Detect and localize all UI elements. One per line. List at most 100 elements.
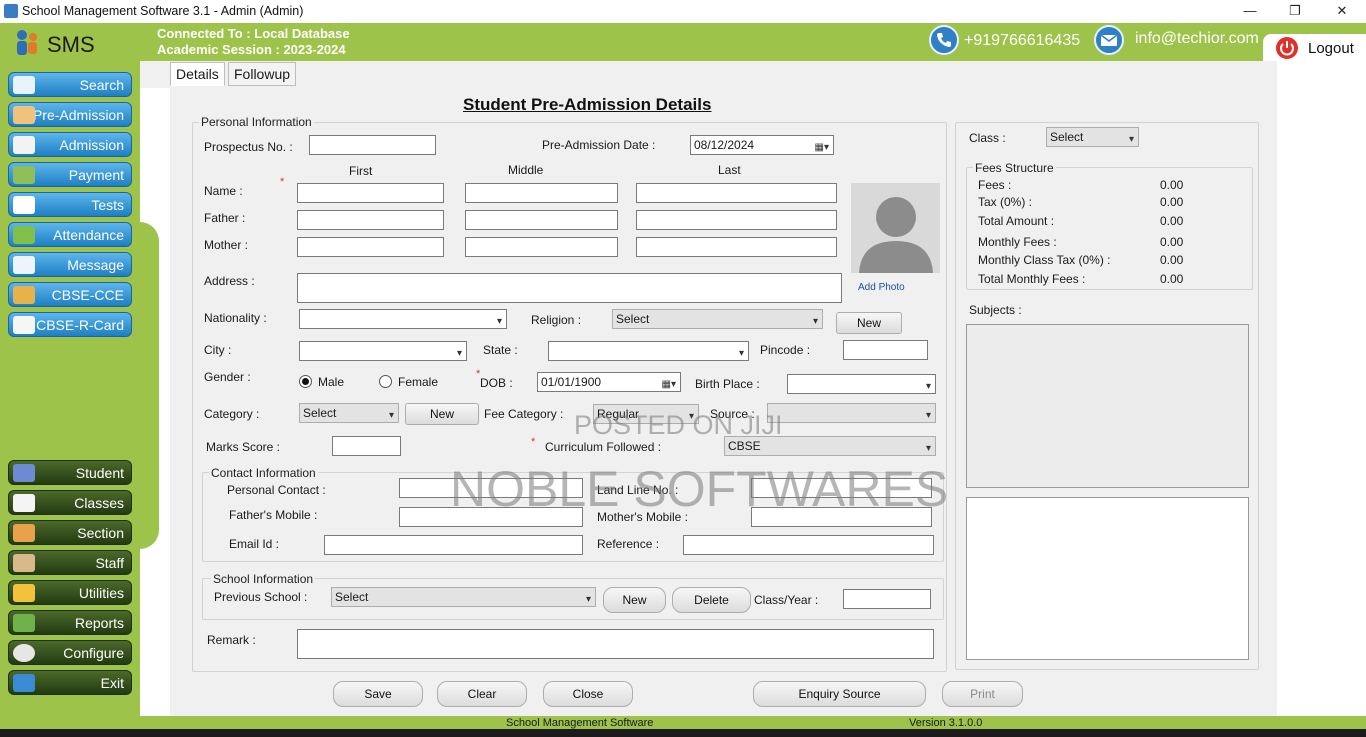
minimize-button[interactable]: — (1235, 2, 1265, 20)
class-year-label: Class/Year : (754, 593, 819, 607)
nationality-select[interactable]: ▾ (299, 309, 507, 329)
nav-search[interactable]: Search (8, 72, 132, 97)
logout-button[interactable]: Logout (1263, 34, 1366, 62)
total-monthly-fees-label: Total Monthly Fees : (978, 272, 1086, 286)
pre-admission-date-value: 08/12/2024 (694, 138, 755, 152)
student-photo[interactable] (851, 183, 940, 273)
state-select[interactable]: ▾ (548, 341, 749, 361)
reference-input[interactable] (683, 535, 934, 555)
nav-reports[interactable]: Reports (8, 610, 132, 635)
nav-message[interactable]: Message (8, 252, 132, 277)
print-button[interactable]: Print (942, 681, 1023, 707)
category-select[interactable]: Select ▾ (299, 403, 399, 423)
tab-details[interactable]: Details (170, 62, 225, 86)
exit-icon (13, 674, 35, 692)
previous-school-select[interactable]: Select ▾ (331, 587, 596, 607)
mother-first-input[interactable] (297, 237, 444, 257)
chevron-down-icon: ▾ (388, 410, 394, 421)
last-name-input[interactable] (636, 183, 837, 203)
pre-admission-date-label: Pre-Admission Date : (542, 138, 656, 152)
nav-configure[interactable]: Configure (8, 640, 132, 665)
mother-last-input[interactable] (636, 237, 837, 257)
subjects-list[interactable] (966, 324, 1249, 488)
calendar-icon: ▦▾ (814, 142, 829, 153)
pre-admission-date-picker[interactable]: 08/12/2024 ▦▾ (690, 135, 834, 155)
sms-logo-icon (13, 28, 41, 58)
tax-label: Tax (0%) : (978, 195, 1033, 209)
city-select[interactable]: ▾ (299, 341, 467, 361)
address-input[interactable] (297, 273, 842, 303)
prospectus-label: Prospectus No. : (204, 140, 293, 154)
nav-attendance[interactable]: Attendance (8, 222, 132, 247)
nav-cbse-r-card[interactable]: CBSE-R-Card (8, 312, 132, 337)
mother-middle-input[interactable] (465, 237, 618, 257)
nav-cbse-cce[interactable]: CBSE-CCE (8, 282, 132, 307)
staff-icon (13, 554, 35, 572)
fees-label: Fees : (978, 178, 1012, 192)
gender-female-radio[interactable] (379, 375, 392, 388)
religion-select[interactable]: Select ▾ (612, 309, 823, 329)
nav-payment[interactable]: Payment (8, 162, 132, 187)
mail-icon (1094, 25, 1124, 55)
nav-exit[interactable]: Exit (8, 670, 132, 695)
gender-male-radio[interactable] (299, 375, 312, 388)
clear-button[interactable]: Clear (437, 681, 527, 707)
previous-school-label: Previous School : (214, 590, 308, 604)
category-label: Category : (204, 407, 260, 421)
selected-subjects-list[interactable] (966, 497, 1249, 660)
fees-value: 0.00 (1160, 178, 1184, 192)
nav-admission[interactable]: Admission (8, 132, 132, 157)
tab-followup[interactable]: Followup (228, 62, 297, 86)
previous-school-value: Select (335, 590, 369, 604)
status-version: Version 3.1.0.0 (909, 717, 983, 729)
nav-section[interactable]: Section (8, 520, 132, 545)
nav-label: Tests (91, 197, 124, 213)
save-button[interactable]: Save (333, 681, 423, 707)
enquiry-source-button[interactable]: Enquiry Source (753, 681, 926, 707)
marks-input[interactable] (332, 436, 401, 456)
delete-school-button[interactable]: Delete (672, 587, 751, 613)
nav-label: Configure (63, 645, 124, 661)
close-button[interactable]: Close (543, 681, 633, 707)
person-icon (13, 106, 35, 124)
nav-pre-admission[interactable]: Pre-Admission (8, 102, 132, 127)
nav-classes[interactable]: Classes (8, 490, 132, 515)
prospectus-input[interactable] (309, 135, 436, 155)
middle-name-input[interactable] (465, 183, 618, 203)
nav-tests[interactable]: Tests (8, 192, 132, 217)
dob-value: 01/01/1900 (541, 375, 602, 389)
phone-number: +919766616435 (964, 32, 1081, 49)
reference-label: Reference : (597, 537, 660, 551)
add-photo-link[interactable]: Add Photo (858, 282, 905, 293)
new-religion-button[interactable]: New (836, 312, 902, 334)
avatar-placeholder-icon (859, 197, 933, 273)
new-category-button[interactable]: New (405, 403, 479, 425)
nationality-label: Nationality : (204, 311, 267, 325)
close-window-button[interactable]: ✕ (1327, 2, 1357, 20)
monthly-class-tax-value: 0.00 (1160, 253, 1184, 267)
chevron-down-icon: ▾ (925, 410, 931, 421)
dob-date-picker[interactable]: 01/01/1900 ▦▾ (537, 372, 681, 392)
email-input[interactable] (324, 535, 583, 555)
class-select[interactable]: Select ▾ (1046, 127, 1139, 147)
nav-staff[interactable]: Staff (8, 550, 132, 575)
father-middle-input[interactable] (465, 210, 618, 230)
watermark-brand: NOBLE SOFTWARES (450, 461, 949, 517)
monthly-fees-value: 0.00 (1160, 235, 1184, 249)
name-label: Name : (204, 184, 243, 198)
class-year-input[interactable] (843, 589, 931, 609)
nav-utilities[interactable]: Utilities (8, 580, 132, 605)
remark-input[interactable] (297, 629, 934, 659)
nav-student[interactable]: Student (8, 460, 132, 485)
section-icon (13, 524, 35, 542)
new-school-button[interactable]: New (603, 587, 666, 613)
birth-place-select[interactable]: ▾ (787, 374, 936, 394)
pincode-input[interactable] (843, 340, 928, 360)
monthly-class-tax-label: Monthly Class Tax (0%) : (978, 253, 1111, 267)
first-name-input[interactable] (297, 183, 444, 203)
restore-button[interactable]: ❐ (1280, 2, 1310, 20)
source-select[interactable]: ▾ (767, 403, 936, 423)
father-last-input[interactable] (636, 210, 837, 230)
personal-info-legend: Personal Information (199, 115, 314, 129)
father-first-input[interactable] (297, 210, 444, 230)
